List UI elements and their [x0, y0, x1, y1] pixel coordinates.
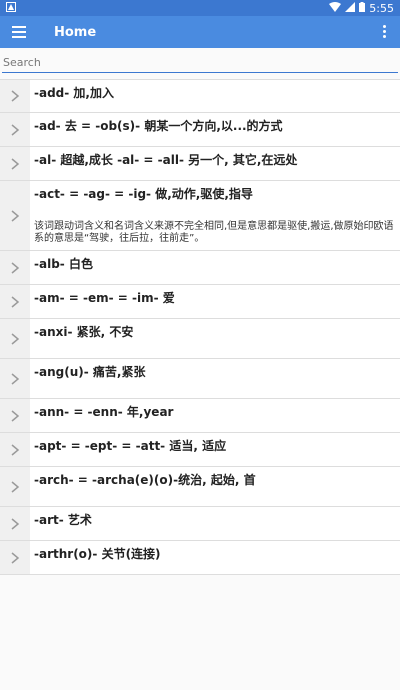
chevron-right-icon [0, 399, 30, 432]
list-item-title: -art- 艺术 [34, 513, 92, 527]
list-item-description: 该词跟动词含义和名词含义来源不完全相同,但是意思都是驱使,搬运,做原始印欧语系的… [34, 221, 394, 244]
list-item-title: -ann- = -enn- 年,year [34, 405, 174, 419]
list-item[interactable]: -act- = -ag- = -ig- 做,动作,驱使,指导该词跟动词含义和名词… [0, 181, 400, 251]
chevron-right-icon [0, 433, 30, 466]
list-item-body: -apt- = -ept- = -att- 适当, 适应 [30, 433, 400, 466]
list-item[interactable]: -ang(u)- 痛苦,紧张 [0, 359, 400, 399]
chevron-right-icon [0, 181, 30, 250]
search-bar [0, 48, 400, 73]
page-title: Home [54, 24, 97, 40]
list-item-title: -ang(u)- 痛苦,紧张 [34, 365, 146, 379]
list-item-body: -arthr(o)- 关节(连接) [30, 541, 400, 574]
menu-icon[interactable] [12, 26, 32, 38]
chevron-right-icon [0, 80, 30, 112]
chevron-right-icon [0, 113, 30, 146]
status-time: 5:55 [369, 1, 394, 15]
word-root-list: -add- 加,加入 -ad- 去 = -ob(s)- 朝某一个方向,以...的方… [0, 79, 400, 575]
chevron-right-icon [0, 507, 30, 540]
list-item[interactable]: -arch- = -archa(e)(o)-统治, 起始, 首 [0, 467, 400, 507]
status-bar: 5:55 [0, 0, 400, 16]
chevron-right-icon [0, 147, 30, 180]
list-item[interactable]: -anxi- 紧张, 不安 [0, 319, 400, 359]
chevron-right-icon [0, 467, 30, 506]
search-input[interactable] [2, 53, 398, 73]
list-item-body: -art- 艺术 [30, 507, 400, 540]
list-item[interactable]: -ann- = -enn- 年,year [0, 399, 400, 433]
list-item-title: -apt- = -ept- = -att- 适当, 适应 [34, 439, 227, 453]
list-item-title: -add- 加,加入 [34, 86, 114, 100]
list-item-title: -al- 超越,成长 -al- = -all- 另一个, 其它,在远处 [34, 153, 298, 167]
list-item-title: -arch- = -archa(e)(o)-统治, 起始, 首 [34, 473, 256, 487]
list-item-title: -arthr(o)- 关节(连接) [34, 547, 161, 561]
wifi-icon [329, 1, 342, 15]
chevron-right-icon [0, 359, 30, 398]
app-bar: Home [0, 16, 400, 48]
list-item[interactable]: -am- = -em- = -im- 爱 [0, 285, 400, 319]
list-item[interactable]: -art- 艺术 [0, 507, 400, 541]
list-item-body: -alb- 白色 [30, 251, 400, 284]
list-item-title: -alb- 白色 [34, 257, 93, 271]
list-item-title: -am- = -em- = -im- 爱 [34, 291, 175, 305]
status-right: 5:55 [329, 1, 394, 15]
list-item-body: -add- 加,加入 [30, 80, 400, 112]
list-item-body: -arch- = -archa(e)(o)-统治, 起始, 首 [30, 467, 400, 506]
list-item-body: -act- = -ag- = -ig- 做,动作,驱使,指导该词跟动词含义和名词… [30, 181, 400, 250]
list-item[interactable]: -arthr(o)- 关节(连接) [0, 541, 400, 575]
list-item[interactable]: -add- 加,加入 [0, 80, 400, 113]
status-left [6, 1, 16, 15]
signal-icon [345, 1, 356, 15]
list-item-title: -anxi- 紧张, 不安 [34, 325, 134, 339]
chevron-right-icon [0, 251, 30, 284]
list-item-body: -al- 超越,成长 -al- = -all- 另一个, 其它,在远处 [30, 147, 400, 180]
list-item-title: -act- = -ag- = -ig- 做,动作,驱使,指导 [34, 187, 253, 201]
list-item-body: -ann- = -enn- 年,year [30, 399, 400, 432]
list-item[interactable]: -alb- 白色 [0, 251, 400, 285]
list-item-body: -ang(u)- 痛苦,紧张 [30, 359, 400, 398]
list-item[interactable]: -al- 超越,成长 -al- = -all- 另一个, 其它,在远处 [0, 147, 400, 181]
list-item[interactable]: -apt- = -ept- = -att- 适当, 适应 [0, 433, 400, 467]
battery-icon [359, 1, 366, 15]
notification-icon [6, 1, 16, 15]
chevron-right-icon [0, 541, 30, 574]
overflow-icon[interactable] [383, 25, 386, 38]
list-item-body: -anxi- 紧张, 不安 [30, 319, 400, 358]
chevron-right-icon [0, 319, 30, 358]
list-item-body: -am- = -em- = -im- 爱 [30, 285, 400, 318]
list-item-body: -ad- 去 = -ob(s)- 朝某一个方向,以...的方式 [30, 113, 400, 146]
chevron-right-icon [0, 285, 30, 318]
list-item-title: -ad- 去 = -ob(s)- 朝某一个方向,以...的方式 [34, 119, 283, 133]
list-item[interactable]: -ad- 去 = -ob(s)- 朝某一个方向,以...的方式 [0, 113, 400, 147]
